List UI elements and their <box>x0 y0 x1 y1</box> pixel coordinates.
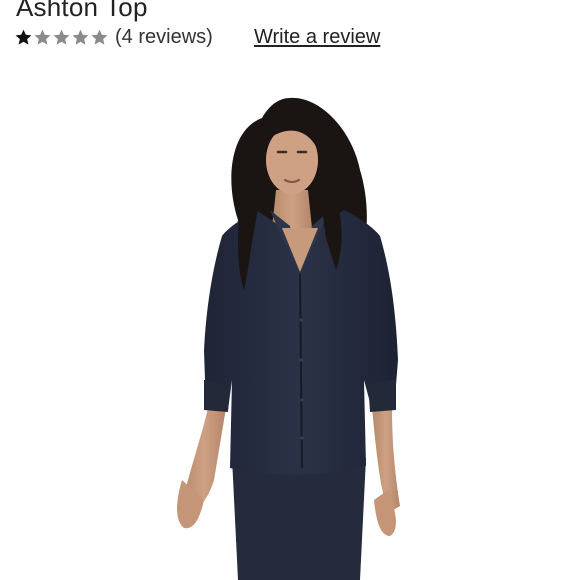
star-empty-icon <box>72 29 89 45</box>
rating-row: (4 reviews) <box>14 24 213 50</box>
star-filled-icon <box>15 29 32 45</box>
star-empty-icon <box>53 29 70 45</box>
star-empty-icon <box>91 29 108 45</box>
jeans <box>232 458 366 580</box>
product-image[interactable] <box>0 60 580 580</box>
left-cuff <box>204 380 230 412</box>
reviews-count-link[interactable]: (4 reviews) <box>115 24 213 50</box>
product-page: Ashton Top (4 reviews) Write a review <box>0 0 580 580</box>
product-title: Ashton Top <box>16 0 148 22</box>
star-rating[interactable] <box>14 28 109 47</box>
right-cuff <box>368 380 396 412</box>
star-empty-icon <box>34 29 51 45</box>
model-photo-illustration <box>177 97 400 580</box>
write-review-link[interactable]: Write a review <box>254 24 380 50</box>
